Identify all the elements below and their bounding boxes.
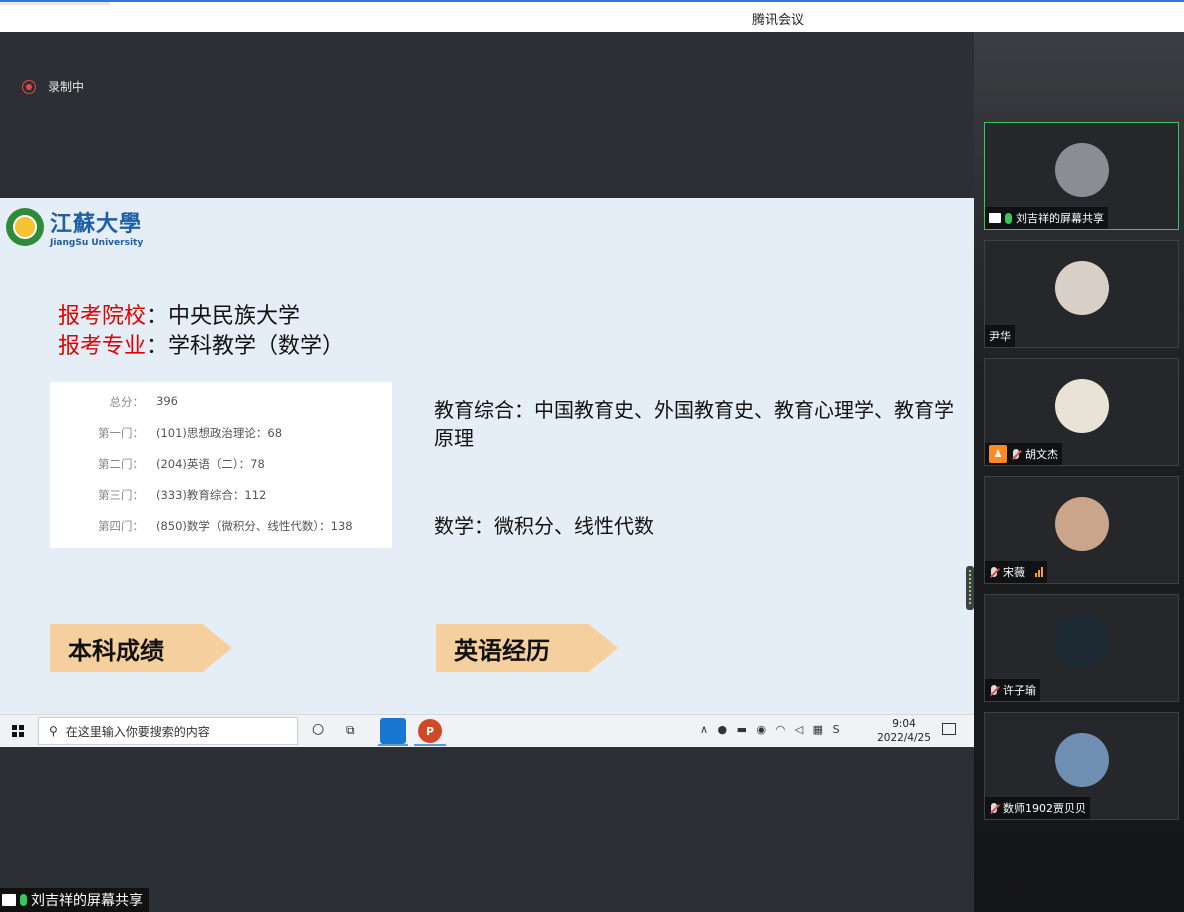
target-school-label: 报考院校 — [58, 304, 147, 329]
mic-muted-icon — [989, 566, 999, 578]
participant-tile[interactable]: 许子瑜 — [984, 594, 1179, 702]
participant-name: 胡文杰 — [1025, 448, 1058, 461]
logo-en: JiangSu University — [50, 238, 144, 248]
recording-label: 录制中 — [48, 80, 85, 94]
english-experience-button[interactable]: 英语经历 — [436, 624, 618, 672]
mic-muted-icon — [1011, 448, 1021, 460]
screen-share-icon — [2, 894, 16, 906]
cortana-icon[interactable]: ○ — [312, 721, 324, 737]
target-major: 报考专业：学科教学（数学） — [58, 328, 344, 360]
title-tab — [0, 2, 110, 5]
score-table: 总分： 396 第一门： (101)思想政治理论：68 第二门： (204)英语（二）… — [50, 382, 392, 548]
participant-name: 尹华 — [989, 330, 1011, 343]
avatar — [1055, 733, 1109, 787]
mic-muted-icon — [989, 684, 999, 696]
recording-indicator[interactable]: 录制中 — [22, 78, 84, 95]
clock-time: 9:04 — [892, 718, 916, 730]
title-bar: 腾讯会议 — [0, 0, 1184, 32]
window-title: 腾讯会议 — [751, 13, 804, 28]
presentation-slide: 江蘇大學 JiangSu University 报考院校：中央民族大学 报考专业… — [0, 198, 974, 714]
participant-name: 许子瑜 — [1003, 684, 1036, 697]
mic-muted-icon — [989, 802, 999, 814]
record-icon — [22, 79, 36, 94]
taskbar-search-placeholder: 在这里输入你要搜索的内容 — [65, 724, 210, 739]
participant-tile[interactable]: 刘吉祥的屏幕共享 — [984, 122, 1179, 230]
avatar — [1055, 379, 1109, 433]
undergrad-grades-button[interactable]: 本科成绩 — [50, 624, 232, 672]
math-subjects-text: 数学：微积分、线性代数 — [434, 514, 654, 538]
system-tray-icons[interactable]: ∧ ● ▬ ◉ ◠ ◁ ▦ S — [700, 723, 843, 736]
participant-tile[interactable]: 尹华 — [984, 240, 1179, 348]
participant-name: 数师1902贾贝贝 — [1003, 802, 1086, 815]
target-major-label: 报考专业 — [58, 334, 147, 359]
university-emblem-icon — [6, 208, 44, 246]
windows-start-icon[interactable] — [12, 725, 24, 737]
participant-name: 刘吉祥的屏幕共享 — [1016, 212, 1104, 225]
target-school-value: ：中央民族大学 — [146, 304, 301, 329]
sidebar-collapse-handle[interactable] — [966, 566, 974, 610]
screen-share-label: 刘吉祥的屏幕共享 — [0, 888, 149, 912]
windows-taskbar: ⚲ 在这里输入你要搜索的内容 ○ ⧉ P ∧ ● ▬ ◉ ◠ ◁ ▦ S 9:0… — [0, 714, 974, 747]
clock-date: 2022/4/25 — [877, 732, 931, 744]
target-major-value: ：学科教学（数学） — [146, 334, 345, 359]
taskbar-clock[interactable]: 9:04 2022/4/25 — [872, 717, 936, 745]
avatar — [1055, 497, 1109, 551]
edu-subjects-text: 教育综合：中国教育史、外国教育史、教育心理学、教育学原理 — [434, 398, 954, 450]
task-view-icon[interactable]: ⧉ — [346, 723, 355, 738]
taskbar-search-box[interactable]: ⚲ 在这里输入你要搜索的内容 — [38, 717, 298, 745]
screen-share-name: 刘吉祥的屏幕共享 — [31, 893, 143, 909]
host-icon: ♟ — [989, 445, 1007, 463]
screen-share-icon — [989, 213, 1001, 223]
participant-tile[interactable]: 宋薇 — [984, 476, 1179, 584]
shared-screen-area: 录制中 江蘇大學 JiangSu University 报考院校：中央民族大学 … — [0, 32, 974, 912]
avatar — [1055, 615, 1109, 669]
avatar — [1055, 261, 1109, 315]
signal-strength-icon — [1035, 567, 1043, 577]
avatar — [1055, 143, 1109, 197]
participant-tile[interactable]: ♟ 胡文杰 — [984, 358, 1179, 466]
mic-on-icon — [1005, 212, 1012, 224]
powerpoint-icon[interactable]: P — [418, 719, 442, 743]
notification-icon[interactable] — [942, 723, 956, 735]
participant-tile[interactable]: 数师1902贾贝贝 — [984, 712, 1179, 820]
logo-cn: 江蘇大學 — [50, 211, 143, 237]
participant-name: 宋薇 — [1003, 566, 1025, 579]
meeting-app-icon[interactable] — [380, 718, 406, 744]
target-school: 报考院校：中央民族大学 — [58, 298, 300, 330]
university-logo: 江蘇大學 JiangSu University — [6, 206, 143, 248]
search-icon: ⚲ — [49, 724, 58, 738]
mic-on-icon — [20, 894, 27, 906]
